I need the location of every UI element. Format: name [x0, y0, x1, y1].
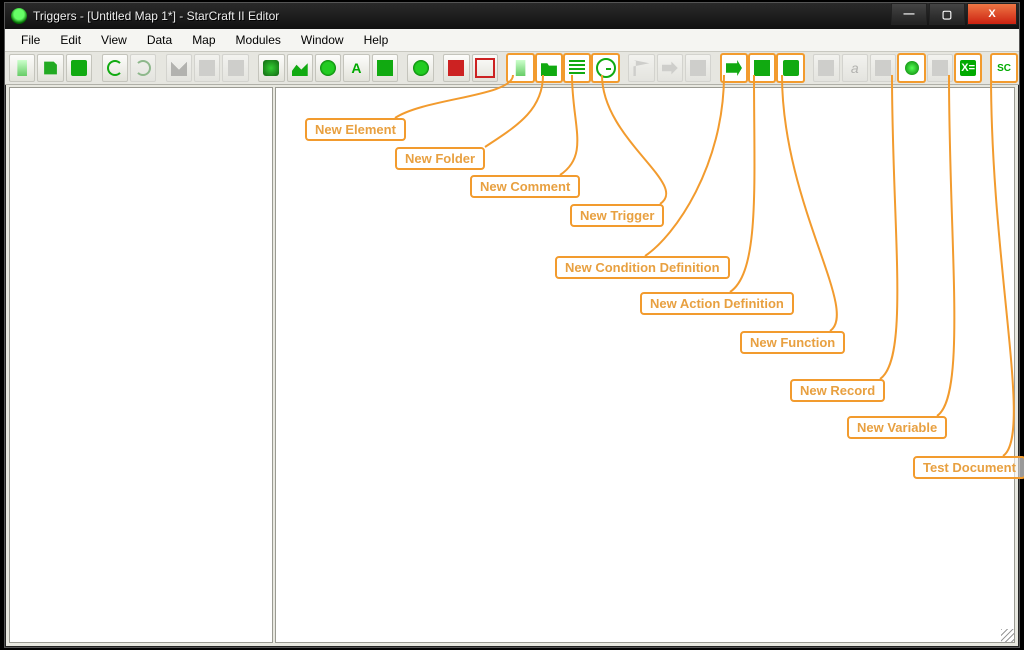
callout-new-folder: New Folder [395, 147, 485, 170]
trigger-detail-panel[interactable] [275, 87, 1015, 643]
window-title: Triggers - [Untitled Map 1*] - StarCraft… [33, 9, 279, 23]
menu-window[interactable]: Window [291, 30, 354, 50]
tool-new-param[interactable]: a [842, 54, 868, 82]
tool-new-preset[interactable] [813, 54, 839, 82]
app-window: Triggers - [Untitled Map 1*] - StarCraft… [4, 2, 1020, 648]
callout-new-comment: New Comment [470, 175, 580, 198]
menu-view[interactable]: View [91, 30, 137, 50]
tool-new-trigger[interactable] [592, 54, 618, 82]
tool-new-map[interactable] [9, 54, 35, 82]
tool-import-module[interactable] [372, 54, 398, 82]
tool-new-variable[interactable]: X= [955, 54, 981, 82]
callout-new-trigger: New Trigger [570, 204, 664, 227]
content-area [7, 85, 1017, 645]
minimize-button[interactable]: — [891, 3, 927, 25]
tool-new-function[interactable] [777, 54, 803, 82]
tool-trigger-module[interactable] [287, 54, 313, 82]
tool-new-cond[interactable] [657, 54, 683, 82]
close-button[interactable]: X [967, 3, 1017, 25]
tool-undo[interactable] [102, 54, 128, 82]
maximize-button[interactable]: ▢ [929, 3, 965, 25]
tool-save[interactable] [66, 54, 92, 82]
tool-new-comment[interactable] [564, 54, 590, 82]
menu-modules[interactable]: Modules [226, 30, 291, 50]
tool-test-document[interactable]: SC [991, 54, 1017, 82]
callout-new-element: New Element [305, 118, 406, 141]
tool-text-module[interactable]: A [343, 54, 369, 82]
tool-new-label[interactable] [927, 54, 953, 82]
tool-terrain-module[interactable] [258, 54, 284, 82]
window-controls: — ▢ X [889, 3, 1017, 25]
resize-grip-icon[interactable] [1001, 629, 1015, 643]
menu-bar: File Edit View Data Map Modules Window H… [5, 29, 1019, 52]
tool-new-folder[interactable] [536, 54, 562, 82]
title-bar[interactable]: Triggers - [Untitled Map 1*] - StarCraft… [5, 3, 1019, 29]
callout-new-record: New Record [790, 379, 885, 402]
tool-new-record[interactable] [898, 54, 924, 82]
menu-map[interactable]: Map [182, 30, 225, 50]
callout-new-variable: New Variable [847, 416, 947, 439]
tool-new-sub[interactable] [870, 54, 896, 82]
trigger-tree-panel[interactable] [9, 87, 273, 643]
menu-data[interactable]: Data [137, 30, 182, 50]
menu-edit[interactable]: Edit [50, 30, 91, 50]
menu-file[interactable]: File [11, 30, 50, 50]
main-toolbar: A a X= [5, 52, 1019, 85]
callout-new-function: New Function [740, 331, 845, 354]
tool-new-action-def[interactable] [749, 54, 775, 82]
callout-test-document: Test Document [913, 456, 1024, 479]
app-icon [11, 8, 27, 24]
tool-overview[interactable] [407, 54, 433, 82]
tool-new-condition-def[interactable] [721, 54, 747, 82]
tool-cut[interactable] [166, 54, 192, 82]
tool-data-module[interactable] [315, 54, 341, 82]
tool-new-act[interactable] [685, 54, 711, 82]
tool-paste[interactable] [222, 54, 248, 82]
tool-new-element[interactable] [507, 54, 533, 82]
tool-stop-1[interactable] [443, 54, 469, 82]
tool-open[interactable] [37, 54, 63, 82]
tool-redo[interactable] [130, 54, 156, 82]
tool-stop-2[interactable] [472, 54, 498, 82]
tool-copy[interactable] [194, 54, 220, 82]
menu-help[interactable]: Help [354, 30, 399, 50]
callout-new-action: New Action Definition [640, 292, 794, 315]
tool-new-event[interactable] [628, 54, 654, 82]
callout-new-condition: New Condition Definition [555, 256, 730, 279]
